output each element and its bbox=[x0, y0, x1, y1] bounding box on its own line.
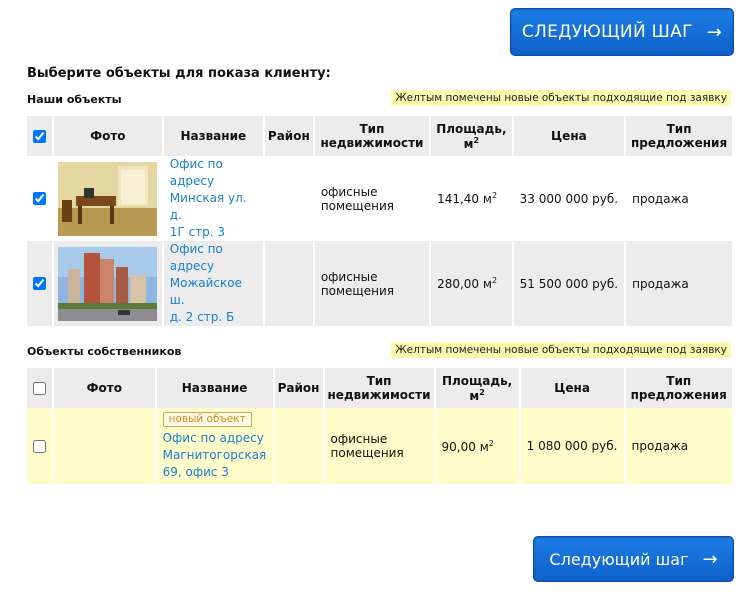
owners-objects-title: Объекты собственников bbox=[27, 345, 182, 358]
col-photo: Фото bbox=[54, 116, 164, 156]
row-checkbox[interactable] bbox=[33, 277, 46, 290]
offer-cell: продажа bbox=[625, 408, 732, 484]
col-price: Цена bbox=[513, 116, 627, 156]
col-area: Площадь, м2 bbox=[435, 368, 521, 408]
select-all-header bbox=[27, 368, 54, 408]
table-row: Офис по адресу Минская ул. д. 1Г стр. 3 офи… bbox=[27, 156, 732, 241]
select-all-checkbox[interactable] bbox=[33, 129, 46, 143]
table-row: новый объект Офис по адресу Магнитогорска… bbox=[27, 408, 732, 484]
new-object-badge: новый объект bbox=[162, 412, 252, 427]
col-offer: Тип предложения bbox=[626, 116, 732, 156]
col-offer: Тип предложения bbox=[625, 368, 732, 408]
building-exterior-photo bbox=[58, 246, 157, 321]
col-district: Район bbox=[274, 368, 325, 408]
price-cell: 33 000 000 руб. bbox=[513, 156, 627, 241]
owners-objects-table: Фото Название Район Тип недвижимости Площ… bbox=[27, 368, 732, 484]
photo-cell bbox=[54, 408, 157, 484]
type-cell: офисные помещения bbox=[324, 408, 436, 484]
price-cell: 1 080 000 руб. bbox=[520, 408, 626, 484]
type-cell: офисные помещения bbox=[314, 241, 432, 326]
page-heading: Выберите объекты для показа клиенту: bbox=[27, 66, 331, 81]
next-step-button-top[interactable]: СЛЕДУЮЩИЙ ШАГ → bbox=[510, 8, 734, 56]
next-step-label: Следующий шаг bbox=[549, 549, 689, 569]
offer-cell: продажа bbox=[626, 241, 732, 326]
object-link[interactable]: Офис по адресу Минская ул. д. 1Г стр. 3 bbox=[170, 156, 257, 241]
our-objects-table: Фото Название Район Тип недвижимости Площ… bbox=[27, 116, 732, 326]
our-objects-title: Наши объекты bbox=[27, 93, 122, 106]
district-cell bbox=[274, 408, 325, 484]
object-link[interactable]: Офис по адресу Можайское ш. д. 2 стр. Б bbox=[170, 241, 257, 326]
district-cell bbox=[264, 156, 315, 241]
object-link[interactable]: Офис по адресу Магнитогорская 69, офис 3 bbox=[163, 430, 267, 481]
col-area: Площадь, м2 bbox=[431, 116, 514, 156]
select-all-header bbox=[27, 116, 54, 156]
row-checkbox[interactable] bbox=[33, 439, 46, 453]
next-step-button-bottom[interactable]: Следующий шаг → bbox=[533, 536, 734, 582]
col-type: Тип недвижимости bbox=[314, 116, 432, 156]
area-cell: 90,00 м2 bbox=[435, 408, 521, 484]
area-cell: 280,00 м2 bbox=[431, 241, 514, 326]
col-name: Название bbox=[163, 116, 265, 156]
col-photo: Фото bbox=[54, 368, 157, 408]
col-type: Тип недвижимости bbox=[324, 368, 436, 408]
select-all-checkbox[interactable] bbox=[33, 381, 46, 395]
district-cell bbox=[264, 241, 315, 326]
new-objects-note: Желтым помечены новые объекты подходящие… bbox=[391, 90, 731, 106]
area-cell: 141,40 м2 bbox=[431, 156, 514, 241]
offer-cell: продажа bbox=[626, 156, 732, 241]
new-objects-note: Желтым помечены новые объекты подходящие… bbox=[391, 342, 731, 358]
col-name: Название bbox=[156, 368, 275, 408]
col-district: Район bbox=[264, 116, 315, 156]
table-row: Офис по адресу Можайское ш. д. 2 стр. Б офи… bbox=[27, 241, 732, 326]
arrow-right-icon: → bbox=[706, 21, 723, 43]
row-checkbox[interactable] bbox=[33, 192, 46, 205]
office-interior-photo bbox=[58, 161, 157, 236]
type-cell: офисные помещения bbox=[314, 156, 432, 241]
price-cell: 51 500 000 руб. bbox=[513, 241, 627, 326]
next-step-label: СЛЕДУЮЩИЙ ШАГ bbox=[521, 22, 693, 42]
col-price: Цена bbox=[520, 368, 626, 408]
arrow-right-icon: → bbox=[702, 548, 718, 570]
